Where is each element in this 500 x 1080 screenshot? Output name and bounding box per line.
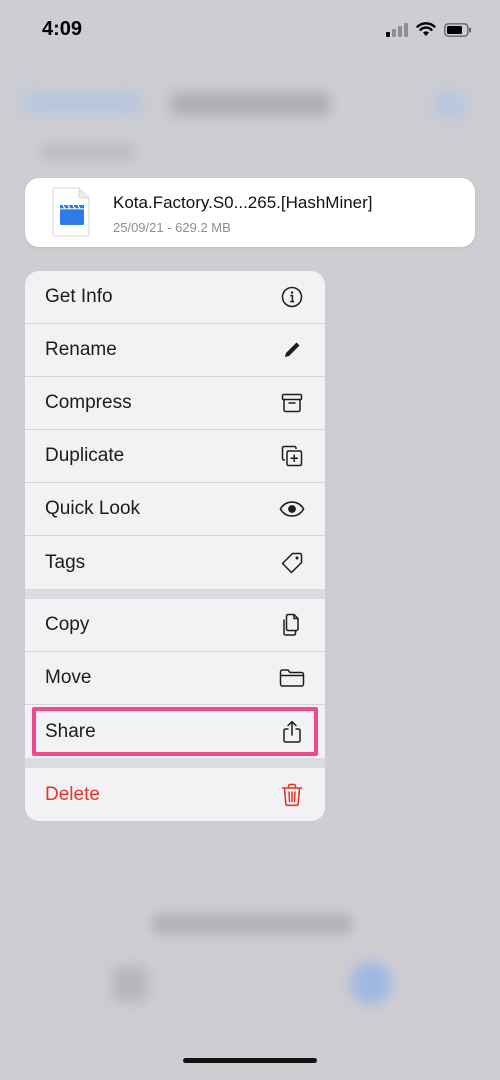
cellular-signal-icon [386,22,408,42]
menu-item-label: Get Info [45,286,113,307]
status-icons [386,22,472,42]
menu-item-duplicate[interactable]: Duplicate [25,430,325,483]
blurred-tab-icon [112,966,148,1002]
menu-group-separator [25,589,325,599]
menu-item-get-info[interactable]: Get Info [25,271,325,324]
menu-item-tags[interactable]: Tags [25,536,325,589]
menu-item-share[interactable]: Share [25,705,325,758]
home-indicator[interactable] [183,1058,317,1063]
menu-item-label: Move [45,667,92,688]
duplicate-icon [279,443,305,469]
file-name: Kota.Factory.S0...265.[HashMiner] [113,193,373,212]
trash-icon [279,782,305,808]
eye-icon [279,496,305,522]
menu-item-rename[interactable]: Rename [25,324,325,377]
menu-item-label: Delete [45,783,100,805]
menu-item-label: Rename [45,339,117,360]
menu-item-copy[interactable]: Copy [25,599,325,652]
status-bar: 4:09 [0,0,500,60]
blurred-subtitle [40,142,135,162]
wifi-icon [416,22,436,42]
folder-icon [279,665,305,691]
menu-item-label: Copy [45,614,90,635]
menu-item-label: Duplicate [45,445,125,466]
share-icon [279,719,305,745]
menu-item-delete[interactable]: Delete [25,768,325,821]
menu-item-quick-look[interactable]: Quick Look [25,483,325,536]
menu-item-label: Compress [45,392,132,413]
archive-box-icon [279,390,305,416]
menu-item-label: Share [45,720,96,742]
video-file-icon [52,187,90,242]
file-preview-card: Kota.Factory.S0...265.[HashMiner] 25/09/… [25,178,475,247]
context-menu: Get Info Rename Compress Duplicate Quick… [25,271,325,821]
pencil-icon [279,337,305,363]
info-icon [279,284,305,310]
copy-icon [279,612,305,638]
blurred-more-button [432,90,468,120]
menu-item-compress[interactable]: Compress [25,377,325,430]
tag-icon [279,550,305,576]
file-meta: 25/09/21 - 629.2 MB [113,220,231,235]
blurred-browse-icon [350,962,392,1004]
blurred-nav-title [170,92,330,116]
menu-group-separator [25,758,325,768]
menu-item-label: Tags [45,551,86,573]
menu-item-label: Quick Look [45,498,141,519]
blurred-back-button [22,92,142,114]
status-time: 4:09 [42,18,83,40]
battery-icon [444,22,472,42]
blurred-footer-text [152,914,352,934]
menu-item-move[interactable]: Move [25,652,325,705]
